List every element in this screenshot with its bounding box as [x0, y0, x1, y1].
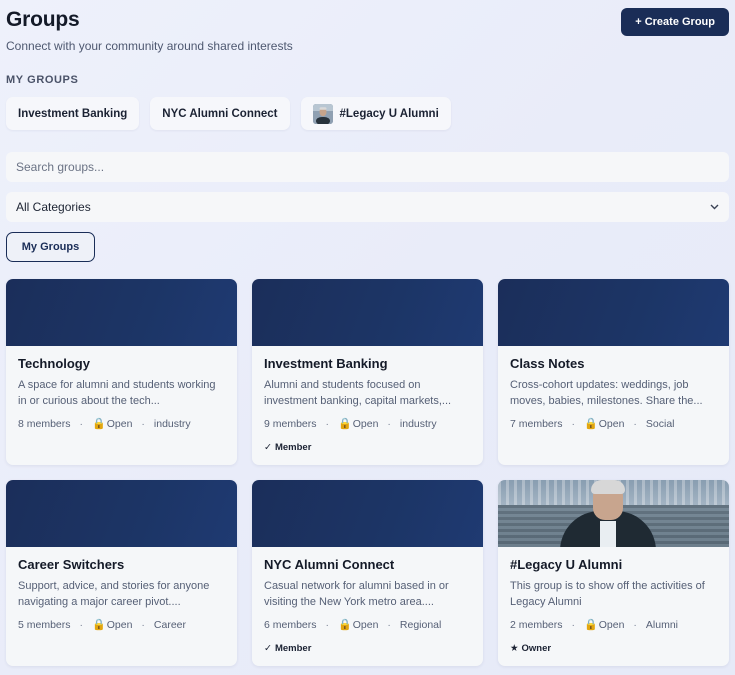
card-title: Career Switchers: [18, 557, 125, 572]
separator-dot: ·: [325, 417, 330, 430]
group-card-career-switchers[interactable]: Career Switchers Support, advice, and st…: [6, 480, 237, 666]
badge-label: Member: [274, 442, 312, 453]
member-badge: ✓ Member: [264, 442, 471, 453]
separator-dot: ·: [387, 618, 391, 631]
card-description: This group is to show off the activities…: [510, 580, 705, 608]
lock-icon: 🔒: [584, 418, 598, 430]
privacy-label: Open: [352, 618, 379, 631]
lock-icon: 🔒: [92, 619, 106, 631]
member-count: 8 members: [18, 417, 71, 430]
privacy-label: Open: [352, 417, 379, 430]
member-count: 7 members: [510, 417, 563, 430]
card-description: Support, advice, and stories for anyone …: [18, 580, 210, 608]
my-groups-chips: Investment Banking NYC Alumni Connect #L…: [6, 97, 451, 130]
lock-icon: 🔒: [338, 418, 352, 430]
category-label: Social: [645, 417, 675, 430]
member-badge: ✓ Member: [264, 643, 471, 654]
separator-dot: ·: [387, 417, 391, 430]
card-description: A space for alumni and students working …: [18, 379, 216, 407]
card-title: NYC Alumni Connect: [264, 557, 395, 572]
card-meta: 8 members · 🔒 Open · industry: [18, 417, 225, 431]
chip-nyc-alumni-connect[interactable]: NYC Alumni Connect: [150, 97, 290, 130]
group-card-legacy-u-alumni[interactable]: #Legacy U Alumni This group is to show o…: [498, 480, 729, 666]
chip-investment-banking[interactable]: Investment Banking: [6, 97, 140, 130]
separator-dot: ·: [633, 417, 637, 430]
card-meta: 2 members · 🔒 Open · Alumni: [510, 618, 717, 632]
card-description: Alumni and students focused on investmen…: [264, 379, 452, 407]
lock-icon: 🔒: [338, 619, 352, 631]
card-description: Casual network for alumni based in or vi…: [264, 580, 449, 608]
member-count: 6 members: [264, 618, 317, 631]
card-banner: [6, 279, 237, 346]
card-meta: 9 members · 🔒 Open · industry: [264, 417, 471, 431]
star-icon: ★: [510, 643, 519, 654]
card-banner: [6, 480, 237, 547]
owner-badge: ★ Owner: [510, 643, 717, 654]
card-description: Cross-cohort updates: weddings, job move…: [510, 379, 703, 407]
my-groups-heading: MY GROUPS: [6, 74, 79, 86]
separator-dot: ·: [633, 618, 637, 631]
privacy-label: Open: [598, 618, 625, 631]
badge-label: Owner: [521, 643, 552, 654]
badge-label: Member: [274, 643, 312, 654]
privacy-label: Open: [106, 618, 133, 631]
chip-label: Investment Banking: [18, 107, 128, 120]
category-label: industry: [153, 417, 191, 430]
category-label: Career: [153, 618, 187, 631]
group-avatar: [312, 103, 333, 124]
privacy-label: Open: [106, 417, 133, 430]
separator-dot: ·: [571, 618, 576, 631]
group-card-class-notes[interactable]: Class Notes Cross-cohort updates: weddin…: [498, 279, 729, 465]
card-banner: [498, 279, 729, 346]
chevron-down-icon: [710, 202, 719, 213]
page-header: Groups Connect with your community aroun…: [6, 8, 729, 58]
group-cover-photo: [498, 480, 729, 547]
category-select[interactable]: All Categories: [6, 192, 729, 222]
card-title: #Legacy U Alumni: [510, 557, 623, 572]
my-groups-filter-button[interactable]: My Groups: [6, 232, 95, 262]
card-meta: 7 members · 🔒 Open · Social: [510, 417, 717, 431]
chip-legacy-u-alumni[interactable]: #Legacy U Alumni: [300, 97, 451, 130]
page-subtitle: Connect with your community around share…: [6, 39, 293, 53]
category-label: Alumni: [645, 618, 679, 631]
category-label: Regional: [399, 618, 442, 631]
card-meta: 6 members · 🔒 Open · Regional: [264, 618, 471, 632]
group-card-technology[interactable]: Technology A space for alumni and studen…: [6, 279, 237, 465]
chip-label: #Legacy U Alumni: [339, 107, 439, 120]
create-group-button[interactable]: + Create Group: [621, 8, 729, 36]
separator-dot: ·: [79, 618, 84, 631]
group-card-nyc-alumni-connect[interactable]: NYC Alumni Connect Casual network for al…: [252, 480, 483, 666]
separator-dot: ·: [141, 417, 145, 430]
chip-label: NYC Alumni Connect: [162, 107, 278, 120]
category-label: industry: [399, 417, 437, 430]
member-count: 5 members: [18, 618, 71, 631]
group-card-investment-banking[interactable]: Investment Banking Alumni and students f…: [252, 279, 483, 465]
separator-dot: ·: [325, 618, 330, 631]
card-meta: 5 members · 🔒 Open · Career: [18, 618, 225, 632]
separator-dot: ·: [141, 618, 145, 631]
check-icon: ✓: [264, 643, 272, 654]
lock-icon: 🔒: [584, 619, 598, 631]
search-groups-input[interactable]: [6, 152, 729, 182]
card-title: Investment Banking: [264, 356, 388, 371]
member-count: 9 members: [264, 417, 317, 430]
card-title: Technology: [18, 356, 90, 371]
category-selected-value: All Categories: [16, 200, 91, 214]
card-banner: [252, 279, 483, 346]
member-count: 2 members: [510, 618, 563, 631]
card-title: Class Notes: [510, 356, 585, 371]
card-banner: [252, 480, 483, 547]
separator-dot: ·: [571, 417, 576, 430]
separator-dot: ·: [79, 417, 84, 430]
lock-icon: 🔒: [92, 418, 106, 430]
privacy-label: Open: [598, 417, 625, 430]
check-icon: ✓: [264, 442, 272, 453]
